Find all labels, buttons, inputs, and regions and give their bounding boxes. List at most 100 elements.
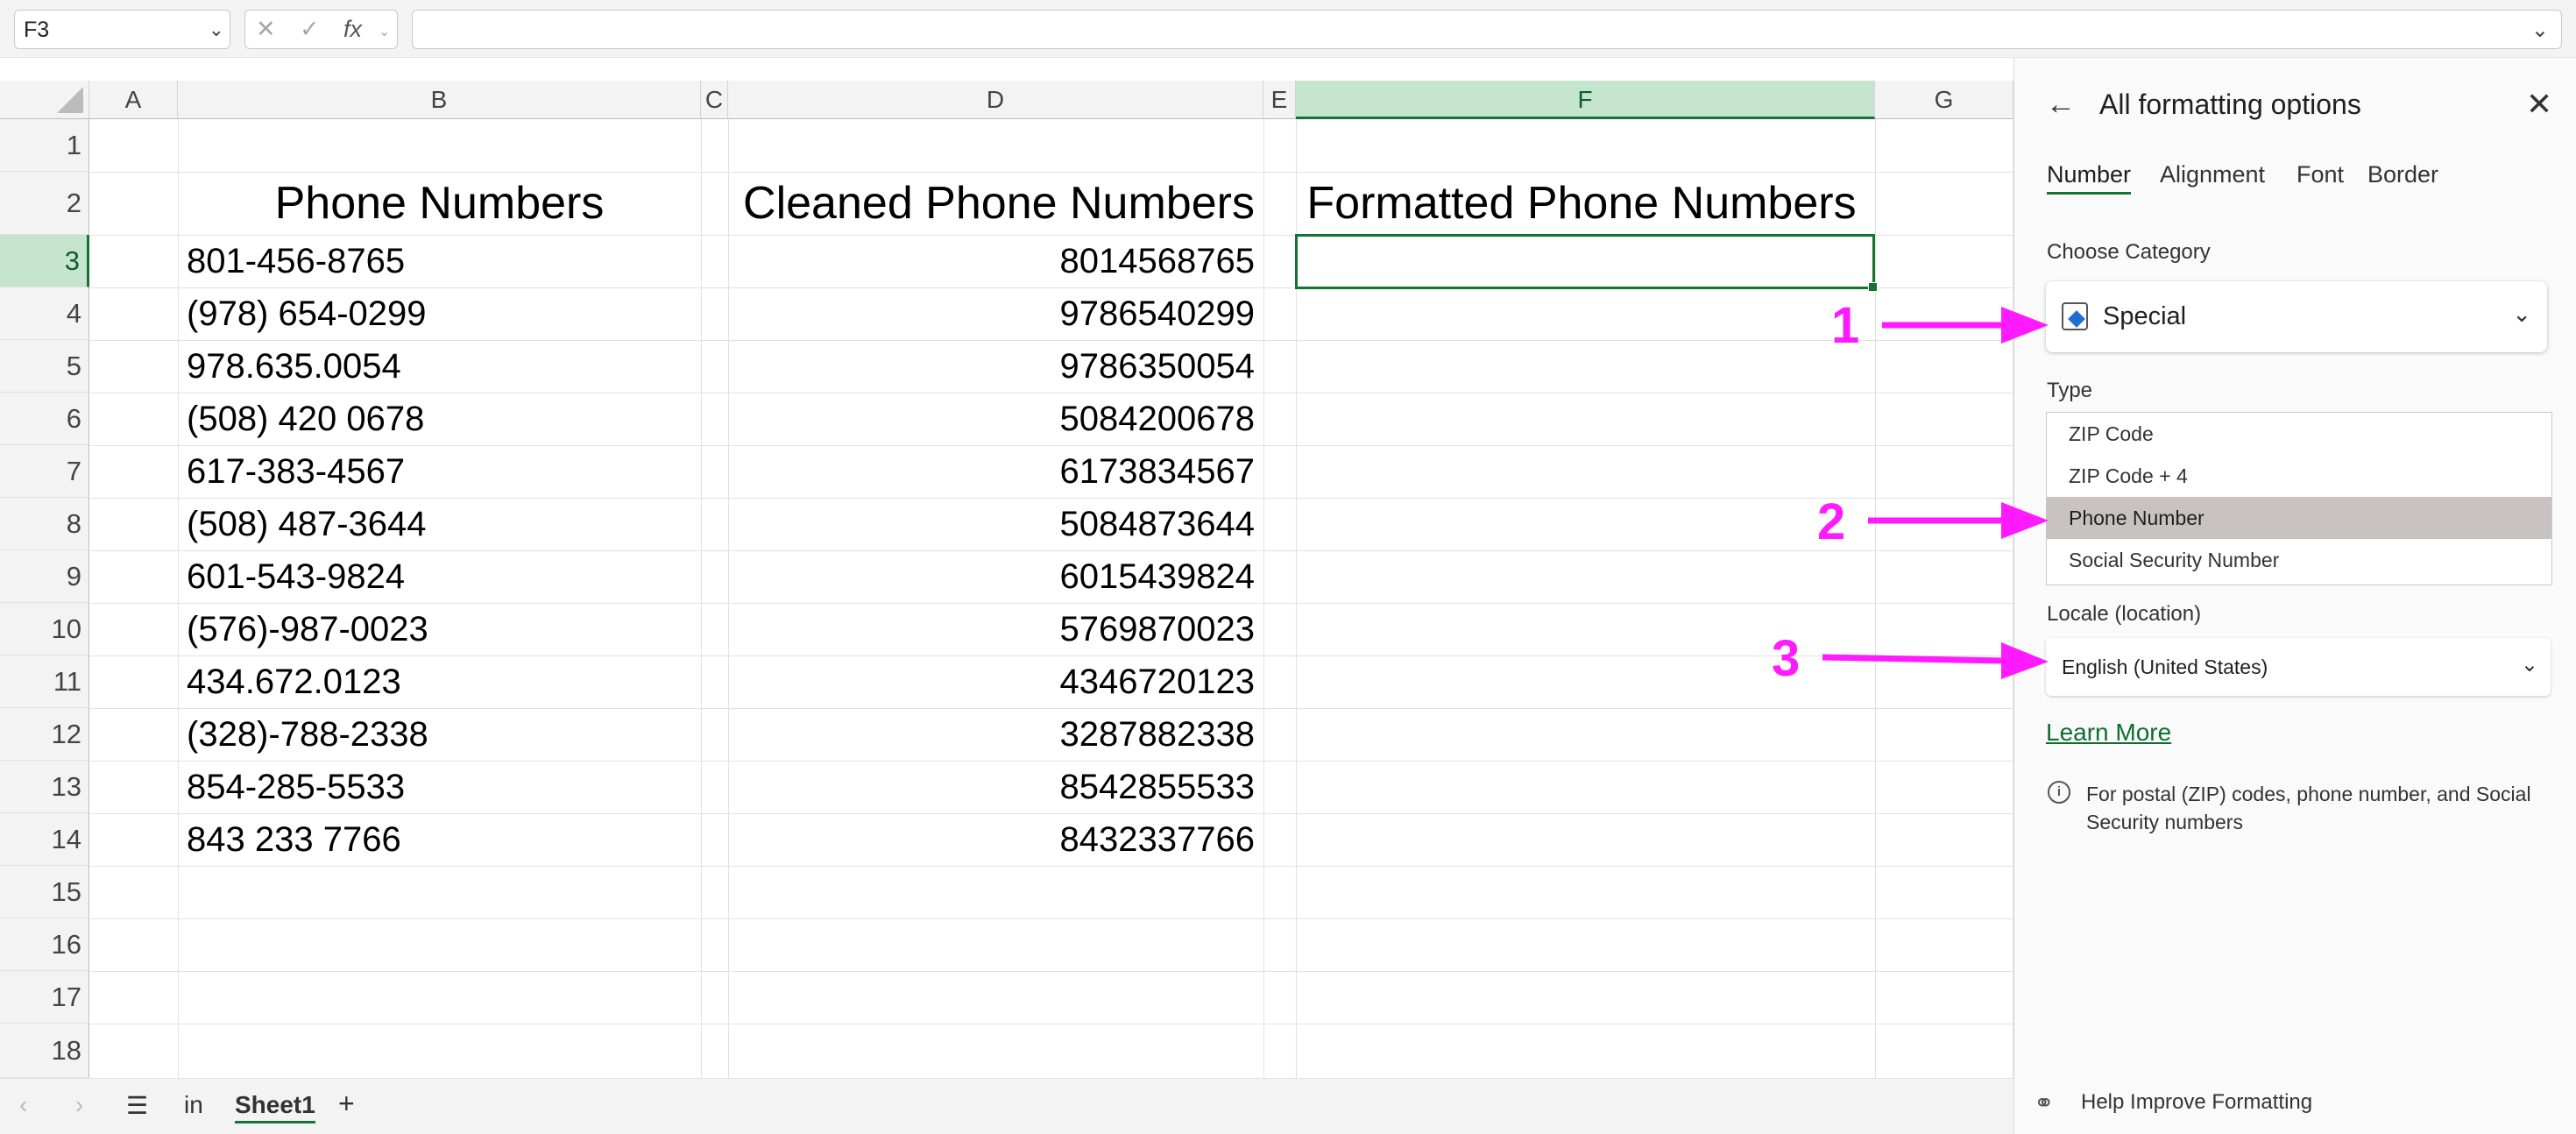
column-header-f[interactable]: F [1296,81,1875,119]
all-sheets-menu-icon[interactable]: ☰ [126,1091,148,1120]
formula-input[interactable]: ⌄ [412,10,2562,49]
row-header-11[interactable]: 11 [0,656,89,708]
help-improve-link[interactable]: Help Improve Formatting [2081,1090,2312,1115]
sheet-tab-sheet1[interactable]: Sheet1 [235,1091,315,1123]
chevron-down-icon[interactable]: ⌄ [379,23,390,40]
phone-number-cell[interactable]: (508) 487-3644 [178,498,701,550]
cleaned-number-cell[interactable]: 6015439824 [728,550,1263,603]
annotation-number-3: 3 [1772,630,1801,687]
cleaned-number-cell[interactable]: 8432337766 [728,813,1263,866]
phone-number-cell[interactable]: (328)-788-2338 [178,708,701,761]
phone-number-cell[interactable]: 617-383-4567 [178,445,701,498]
cleaned-number-cell[interactable]: 5084200678 [728,393,1263,445]
phone-number-cell[interactable]: (508) 420 0678 [178,393,701,445]
cleaned-number-cell[interactable]: 3287882338 [728,708,1263,761]
row-header-10[interactable]: 10 [0,603,89,656]
phone-number-cell[interactable]: 601-543-9824 [178,550,701,603]
row-header-13[interactable]: 13 [0,761,89,813]
phone-number-cell[interactable]: 854-285-5533 [178,761,701,813]
row-header-7[interactable]: 7 [0,445,89,498]
cleaned-number-cell[interactable]: 9786350054 [728,340,1263,393]
chevron-down-icon[interactable]: ⌄ [2521,652,2538,677]
type-option-zip-code[interactable]: ZIP Code [2047,413,2551,455]
category-dropdown[interactable]: Special ⌄ [2046,281,2547,352]
phone-number-cell[interactable]: 978.635.0054 [178,340,701,393]
annotation-number-2: 2 [1817,493,1846,550]
sheet-tab-bar: ‹ › ☰ in Sheet1 + [0,1078,2013,1134]
row-header-6[interactable]: 6 [0,393,89,445]
row-header-8[interactable]: 8 [0,498,89,550]
insert-function-icon[interactable]: fx [343,16,362,43]
tab-number[interactable]: Number [2047,161,2132,195]
locale-dropdown[interactable]: English (United States) ⌄ [2046,638,2551,696]
row-header-16[interactable]: 16 [0,918,89,971]
row-header-3[interactable]: 3 [0,235,89,287]
grid-line [89,866,2013,867]
row-header-15[interactable]: 15 [0,866,89,918]
column-header-b[interactable]: B [178,81,701,119]
grid-line [89,971,2013,972]
row-header-17[interactable]: 17 [0,971,89,1024]
row-header-4[interactable]: 4 [0,287,89,340]
row-header-9[interactable]: 9 [0,550,89,603]
cleaned-number-cell[interactable]: 8542855533 [728,761,1263,813]
cleaned-number-cell[interactable]: 9786540299 [728,287,1263,340]
expand-formula-icon[interactable]: ⌄ [2531,18,2549,43]
cleaned-number-cell[interactable]: 5769870023 [728,603,1263,656]
chevron-down-icon[interactable]: ⌄ [2512,301,2531,328]
cell-b2[interactable]: Phone Numbers [178,172,701,235]
sheet-tab-in[interactable]: in [184,1091,203,1119]
close-icon[interactable]: ✕ [2526,86,2552,123]
cell-f2[interactable]: Formatted Phone Numbers [1279,172,1884,235]
row-header-12[interactable]: 12 [0,708,89,761]
cell-d2[interactable]: Cleaned Phone Numbers [701,172,1297,235]
name-box-value: F3 [24,18,50,42]
type-option-social-security-number[interactable]: Social Security Number [2047,539,2551,581]
info-description: For postal (ZIP) codes, phone number, an… [2086,783,2531,833]
row-header-18[interactable]: 18 [0,1024,89,1078]
cancel-icon[interactable]: ✕ [256,16,276,43]
arrow-3-icon [1822,654,2007,664]
row-header-5[interactable]: 5 [0,340,89,393]
row-header-2[interactable]: 2 [0,172,89,235]
scroll-right-icon[interactable]: › [75,1091,83,1119]
tab-border[interactable]: Border [2367,161,2438,188]
cleaned-number-cell[interactable]: 4346720123 [728,656,1263,708]
phone-number-cell[interactable]: 434.672.0123 [178,656,701,708]
phone-number-cell[interactable]: 801-456-8765 [178,235,701,287]
column-header-c[interactable]: C [701,81,728,119]
back-arrow-icon[interactable]: ← [2046,88,2076,122]
chevron-down-icon[interactable]: ⌄ [209,18,224,41]
column-header-a[interactable]: A [89,81,178,119]
phone-number-cell[interactable]: 843 233 7766 [178,813,701,866]
pane-title: All formatting options [2099,89,2361,120]
add-sheet-button[interactable]: + [338,1088,355,1120]
type-option-zip-code-plus-4[interactable]: ZIP Code + 4 [2047,455,2551,497]
phone-number-cell[interactable]: (576)-987-0023 [178,603,701,656]
fill-handle[interactable] [1868,282,1878,292]
feedback-icon[interactable]: ⚭ [2034,1088,2054,1117]
cleaned-number-cell[interactable]: 5084873644 [728,498,1263,550]
cleaned-number-cell[interactable]: 8014568765 [728,235,1263,287]
row-header-1[interactable]: 1 [0,119,89,172]
tab-alignment[interactable]: Alignment [2160,161,2265,188]
type-listbox[interactable]: ZIP Code ZIP Code + 4 Phone Number Socia… [2046,412,2552,585]
type-option-phone-number[interactable]: Phone Number [2047,497,2551,539]
column-header-e[interactable]: E [1263,81,1296,119]
column-header-d[interactable]: D [728,81,1263,119]
active-cell-f3[interactable] [1295,234,1878,292]
column-header-g[interactable]: G [1875,81,2013,119]
select-all-corner[interactable] [0,81,89,119]
learn-more-link[interactable]: Learn More [2046,719,2171,747]
grid-line [1263,119,1264,1078]
cleaned-number-cell[interactable]: 6173834567 [728,445,1263,498]
special-category-icon [2062,302,2088,330]
row-header-14[interactable]: 14 [0,813,89,866]
confirm-icon[interactable]: ✓ [300,16,320,43]
scroll-left-icon[interactable]: ‹ [19,1091,27,1119]
tab-font[interactable]: Font [2296,161,2344,188]
phone-number-cell[interactable]: (978) 654-0299 [178,287,701,340]
formula-buttons: ✕ ✓ fx ⌄ [244,10,398,49]
category-value: Special [2103,302,2187,330]
name-box[interactable]: F3 ⌄ [14,10,230,49]
